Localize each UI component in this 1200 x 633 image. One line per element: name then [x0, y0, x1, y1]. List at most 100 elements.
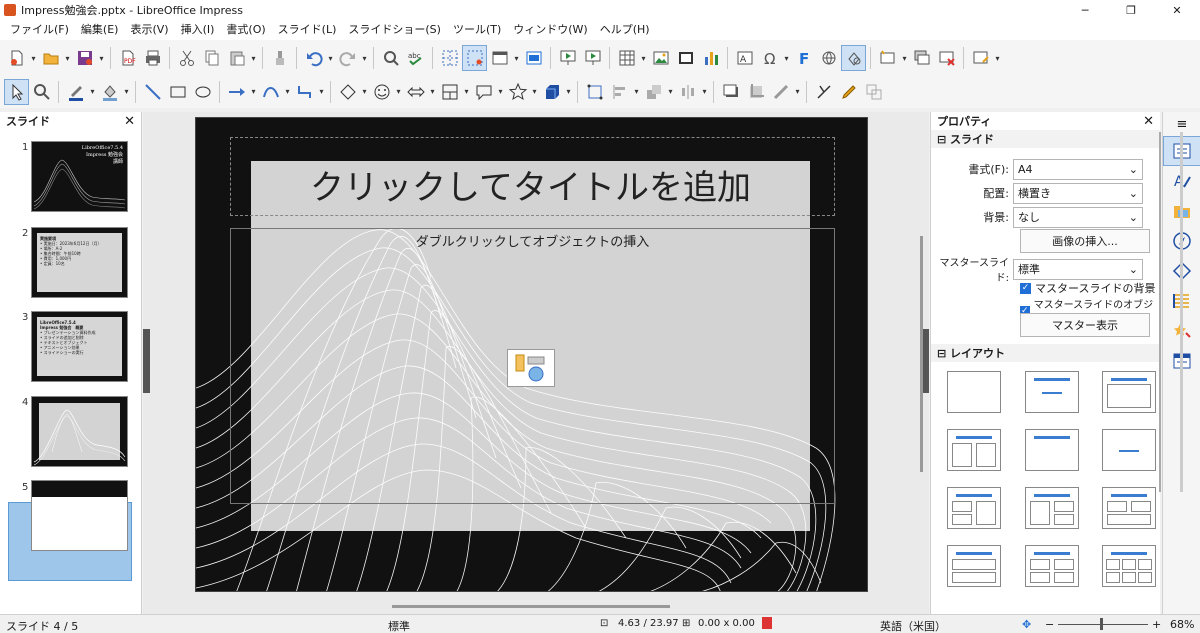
start-slideshow-icon[interactable] — [555, 45, 580, 71]
chevron-down-icon[interactable]: ▾ — [249, 45, 258, 71]
zoom-slider-track[interactable] — [1058, 624, 1148, 625]
chevron-down-icon[interactable]: ▾ — [462, 79, 471, 105]
format-select[interactable]: A4 ⌄ — [1013, 158, 1143, 180]
duplicate-slide-icon[interactable] — [909, 45, 934, 71]
layout-title-only[interactable] — [1025, 429, 1079, 471]
chevron-down-icon[interactable]: ▾ — [700, 79, 709, 105]
clone-formatting-icon[interactable] — [267, 45, 292, 71]
master-slide-icon[interactable] — [487, 45, 512, 71]
special-character-icon[interactable]: Ω — [757, 45, 782, 71]
insert-image-button[interactable]: 画像の挿入... — [1020, 229, 1150, 253]
line-color-icon[interactable] — [63, 79, 88, 105]
line-arrow-icon[interactable] — [224, 79, 249, 105]
master-background-checkbox[interactable]: ✓ マスタースライドの背景 — [1020, 280, 1155, 296]
points-icon[interactable] — [582, 79, 607, 105]
zoom-pan-icon[interactable] — [29, 79, 54, 105]
properties-scrollbar[interactable] — [1159, 132, 1161, 492]
insert-audio-video-icon[interactable] — [673, 45, 698, 71]
chevron-down-icon[interactable]: ▾ — [793, 79, 802, 105]
callout-icon[interactable] — [471, 79, 496, 105]
chevron-down-icon[interactable]: ▾ — [326, 45, 335, 71]
copy-icon[interactable] — [199, 45, 224, 71]
basic-shapes-icon[interactable] — [335, 79, 360, 105]
arrange-icon[interactable] — [641, 79, 666, 105]
show-draw-functions-icon[interactable] — [841, 45, 866, 71]
slide-thumbnail-4[interactable] — [31, 396, 128, 467]
menu-edit[interactable]: 編集(E) — [75, 20, 125, 40]
chevron-down-icon[interactable]: ▾ — [512, 45, 521, 71]
chevron-down-icon[interactable]: ▾ — [564, 79, 573, 105]
cut-icon[interactable] — [174, 45, 199, 71]
slide-section-header[interactable]: ⊟ スライド — [931, 130, 1160, 148]
chevron-down-icon[interactable]: ▾ — [428, 79, 437, 105]
menu-help[interactable]: ヘルプ(H) — [594, 20, 656, 40]
save-icon[interactable] — [72, 45, 97, 71]
chevron-down-icon[interactable]: ▾ — [249, 79, 258, 105]
chevron-down-icon[interactable]: ▾ — [496, 79, 505, 105]
new-slide-icon[interactable] — [875, 45, 900, 71]
content-placeholder-text[interactable]: ダブルクリックしてオブジェクトの挿入 — [230, 231, 835, 250]
document-modified-icon[interactable] — [762, 617, 772, 629]
find-replace-icon[interactable] — [378, 45, 403, 71]
chevron-down-icon[interactable]: ▾ — [88, 79, 97, 105]
chevron-down-icon[interactable]: ▾ — [993, 45, 1002, 71]
chevron-down-icon[interactable]: ▾ — [360, 79, 369, 105]
chevron-down-icon[interactable]: ▾ — [317, 79, 326, 105]
chevron-down-icon[interactable]: ▾ — [29, 45, 38, 71]
maximize-button[interactable]: ❐ — [1108, 0, 1154, 20]
chevron-down-icon[interactable]: ▾ — [900, 45, 909, 71]
insert-chart-icon[interactable] — [698, 45, 723, 71]
layout-blank[interactable] — [947, 371, 1001, 413]
select-arrow-icon[interactable] — [4, 78, 29, 105]
transformations-icon[interactable] — [861, 79, 886, 105]
insert-table-icon[interactable] — [614, 45, 639, 71]
slide-layout-icon[interactable] — [521, 45, 546, 71]
toggle-extrusion-icon[interactable] — [811, 79, 836, 105]
menu-insert[interactable]: 挿入(I) — [175, 20, 221, 40]
slide-properties-icon[interactable] — [968, 45, 993, 71]
fontwork-icon[interactable]: F — [791, 45, 816, 71]
menu-tools[interactable]: ツール(T) — [447, 20, 507, 40]
chevron-down-icon[interactable]: ▾ — [530, 79, 539, 105]
layout-section-header[interactable]: ⊟ レイアウト — [931, 344, 1161, 362]
menu-window[interactable]: ウィンドウ(W) — [507, 20, 593, 40]
chevron-down-icon[interactable]: ▾ — [632, 79, 641, 105]
zoom-level[interactable]: 68% — [1170, 618, 1194, 631]
fit-slide-icon[interactable]: ✥ — [1022, 618, 1031, 631]
slide-thumbnail-1[interactable]: LibreOffice7.5.4 Impress 勉強会 講師 — [31, 141, 128, 212]
insert-line-icon[interactable] — [140, 79, 165, 105]
layout-title-content[interactable] — [1102, 371, 1156, 413]
menu-view[interactable]: 表示(V) — [124, 20, 174, 40]
menu-slideshow[interactable]: スライドショー(S) — [342, 20, 447, 40]
zoom-slider-handle[interactable] — [1100, 618, 1103, 630]
close-icon[interactable]: ✕ — [124, 114, 135, 129]
chevron-down-icon[interactable]: ▾ — [283, 79, 292, 105]
slide-thumbnail-3[interactable]: LibreOffice7.5.4 Impress 勉強会 概要 • プレゼンテー… — [31, 311, 128, 382]
background-select[interactable]: なし ⌄ — [1013, 206, 1143, 228]
chevron-down-icon[interactable]: ▾ — [639, 45, 648, 71]
paste-icon[interactable] — [224, 45, 249, 71]
delete-slide-icon[interactable] — [934, 45, 959, 71]
layout-title-content-2content[interactable] — [1025, 487, 1079, 529]
start-from-current-icon[interactable] — [580, 45, 605, 71]
insert-object-icon[interactable] — [507, 349, 555, 387]
layout-title-slide[interactable] — [1025, 371, 1079, 413]
align-objects-icon[interactable] — [607, 79, 632, 105]
sidebar-collapse-handle[interactable] — [922, 329, 929, 393]
vertical-scrollbar[interactable] — [920, 236, 923, 472]
undo-icon[interactable] — [301, 45, 326, 71]
display-grid-icon[interactable] — [437, 45, 462, 71]
export-pdf-icon[interactable]: PDF — [115, 45, 140, 71]
language-status[interactable]: 英語（米国） — [880, 618, 946, 633]
menu-format[interactable]: 書式(O) — [220, 20, 271, 40]
layout-centered-text[interactable] — [1102, 429, 1156, 471]
master-view-button[interactable]: マスター表示 — [1020, 313, 1150, 337]
insert-image-icon[interactable] — [648, 45, 673, 71]
chevron-down-icon[interactable]: ▾ — [97, 45, 106, 71]
symbol-shapes-icon[interactable] — [369, 79, 394, 105]
helplines-icon[interactable] — [462, 45, 487, 71]
layout-title-content-over-content[interactable] — [947, 545, 1001, 587]
title-placeholder-text[interactable]: クリックしてタイトルを追加 — [251, 160, 810, 209]
orientation-select[interactable]: 横置き ⌄ — [1013, 182, 1143, 204]
curve-icon[interactable] — [258, 79, 283, 105]
